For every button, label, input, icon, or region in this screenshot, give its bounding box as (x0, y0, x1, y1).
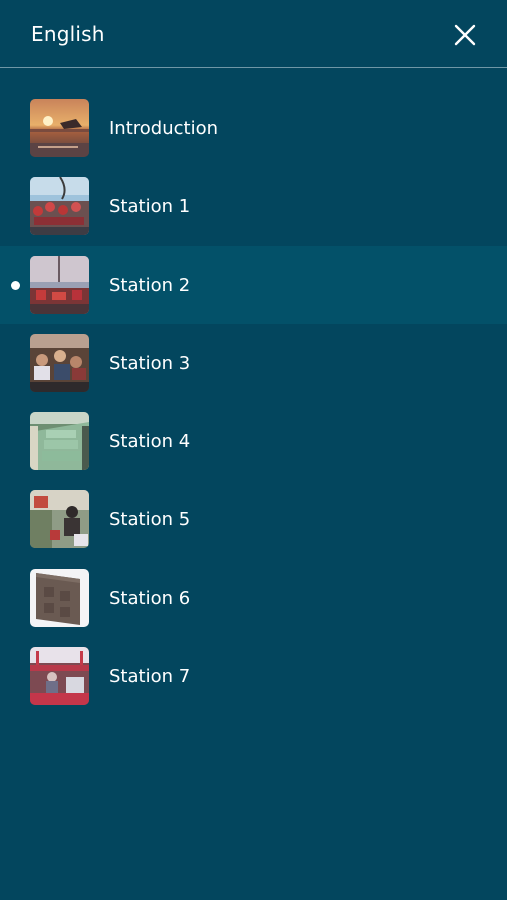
language-title[interactable]: English (31, 22, 105, 46)
introduction-thumbnail (30, 99, 89, 157)
station-5-thumbnail (30, 490, 89, 549)
menu-item-label: Station 3 (109, 352, 191, 374)
active-dot-icon (11, 280, 20, 290)
menu-item-label: Station 5 (109, 509, 191, 531)
menu-item-label: Station 1 (109, 196, 191, 218)
menu-item-label: Station 4 (109, 431, 191, 453)
close-icon (454, 24, 476, 46)
station-1-thumbnail (30, 177, 89, 236)
station-3-thumbnail (30, 333, 89, 392)
menu-item-label: Station 6 (109, 587, 191, 609)
station-2-thumbnail (30, 255, 89, 314)
menu-item-label: Station 2 (109, 274, 191, 296)
close-button[interactable] (450, 20, 480, 50)
station-4-thumbnail (30, 412, 89, 471)
menu-item-introduction[interactable]: Introduction (0, 89, 507, 167)
menu-item-station-2[interactable]: Station 2 (0, 245, 507, 324)
station-list: Introduction Station 1 Station 2 Station… (0, 89, 507, 715)
menu-item-station-4[interactable]: Station 4 (0, 402, 507, 480)
menu-item-label: Station 7 (109, 666, 191, 688)
menu-item-station-7[interactable]: Station 7 (0, 637, 507, 715)
menu-item-station-5[interactable]: Station 5 (0, 480, 507, 558)
station-6-thumbnail (30, 568, 89, 627)
menu-item-station-6[interactable]: Station 6 (0, 559, 507, 637)
menu-item-station-3[interactable]: Station 3 (0, 324, 507, 402)
menu-item-label: Introduction (109, 118, 219, 139)
station-7-thumbnail (30, 647, 89, 706)
menu-item-station-1[interactable]: Station 1 (0, 167, 507, 245)
header: English (0, 0, 507, 68)
